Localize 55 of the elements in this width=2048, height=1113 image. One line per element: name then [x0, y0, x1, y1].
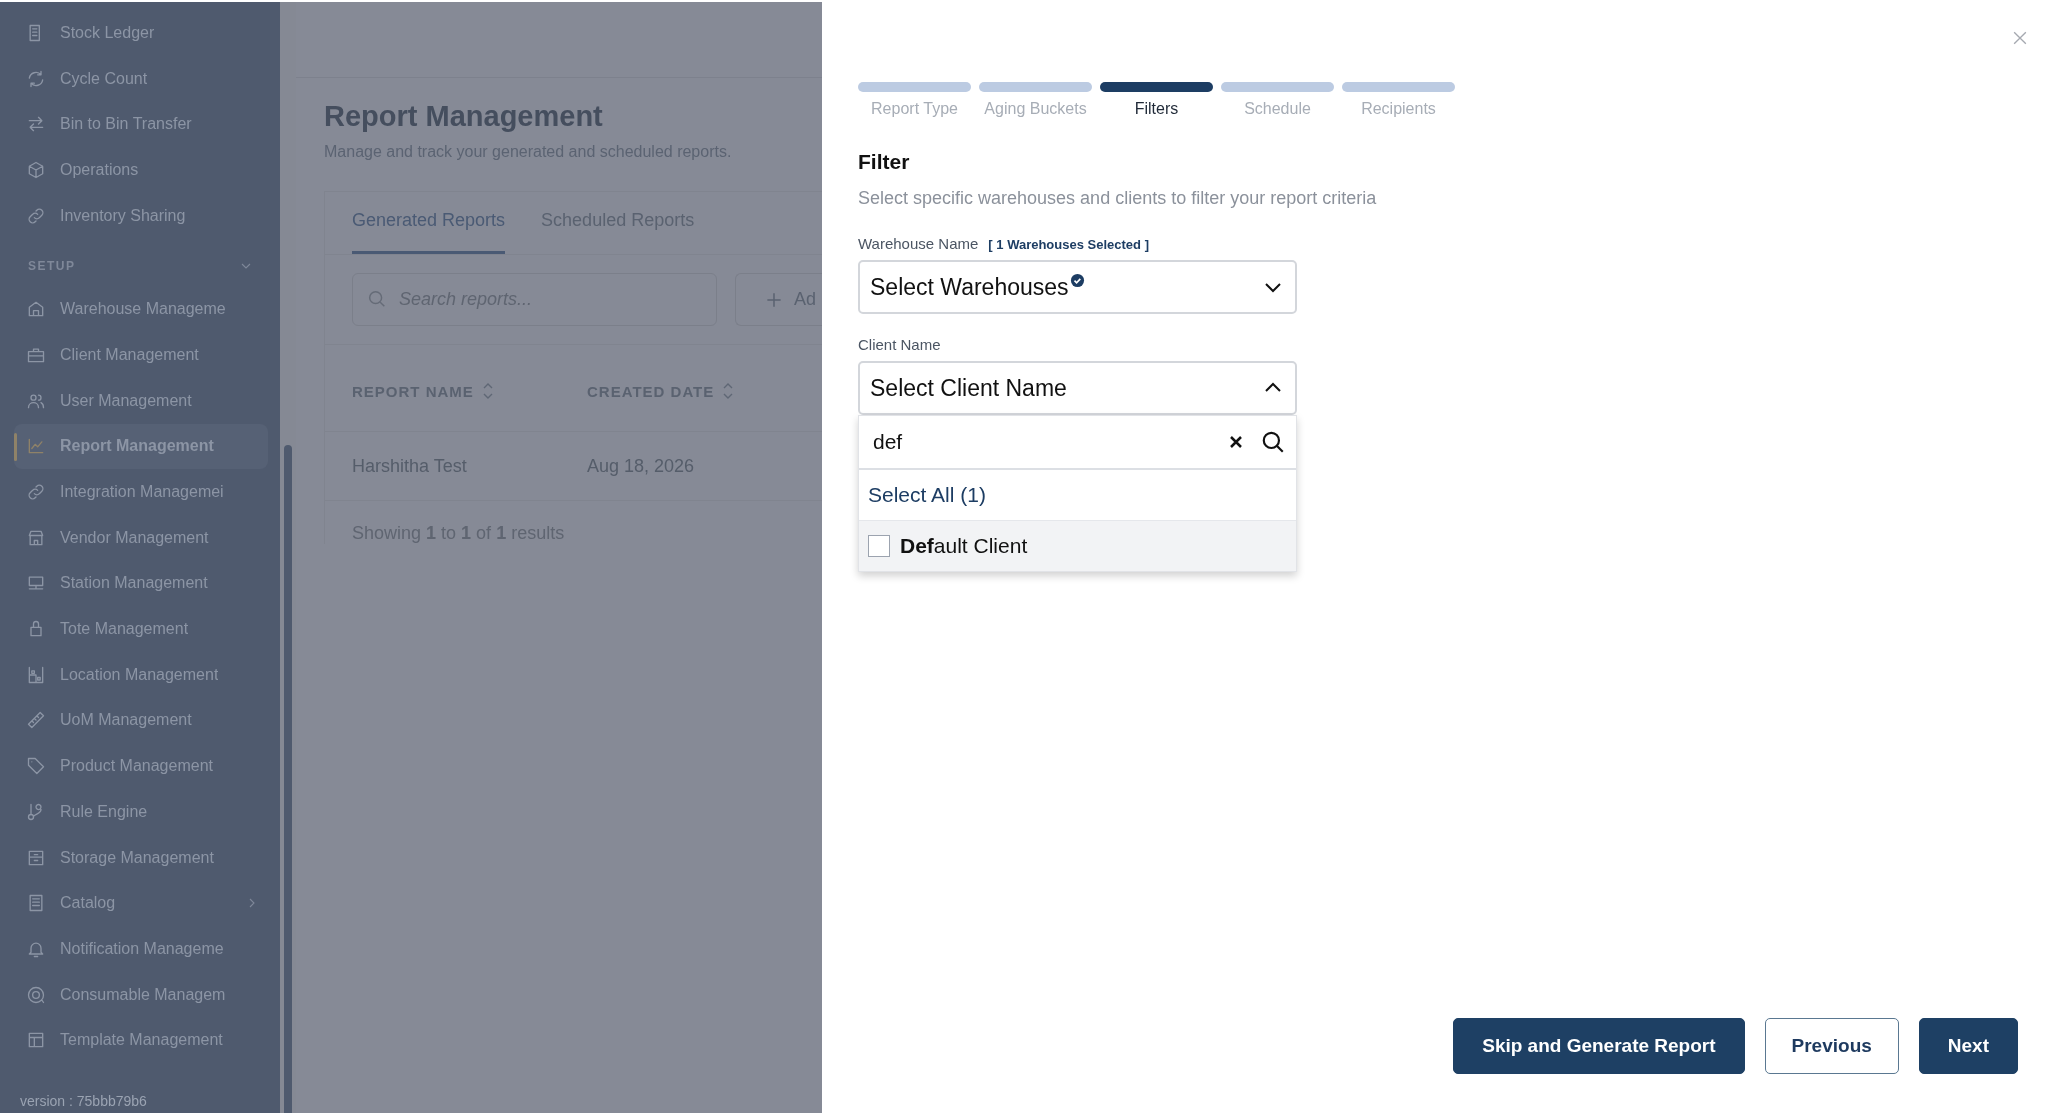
warehouse-select[interactable]: Select Warehouses — [858, 260, 1297, 314]
section-description: Select specific warehouses and clients to filter your report criteria — [858, 188, 1378, 209]
search-icon — [366, 288, 388, 310]
sidebar-item[interactable]: Rule Engine — [14, 789, 268, 835]
version-text: version : 75bbb79b6 — [19, 1093, 148, 1111]
action-button[interactable]: Previous — [1764, 1018, 1899, 1074]
link-icon — [26, 205, 46, 226]
option-label[interactable]: Default Client — [900, 534, 1028, 558]
step[interactable]: Filters — [1100, 82, 1213, 118]
target-icon — [26, 984, 46, 1005]
selection-count: [ 1 Warehouses Selected ] — [988, 237, 1149, 252]
tab[interactable]: Generated Reports — [352, 192, 506, 254]
sidebar-item[interactable]: Notification Manageme — [14, 926, 268, 972]
step[interactable]: Recipients — [1342, 82, 1455, 118]
sidebar-item[interactable]: Vendor Management — [14, 514, 268, 561]
sidebar-item[interactable]: Inventory Sharing — [14, 192, 268, 239]
sort-icon — [481, 381, 494, 401]
step[interactable]: Aging Buckets — [979, 82, 1092, 118]
sidebar-item[interactable]: Stock Ledger — [14, 10, 268, 56]
refresh-icon — [26, 68, 46, 89]
page-title: Report Management — [324, 100, 604, 133]
cube-icon — [26, 159, 46, 180]
select-all-link[interactable]: Select All (1) — [868, 483, 986, 507]
building-icon — [26, 664, 46, 685]
sidebar-item[interactable]: Location Management — [14, 651, 268, 698]
sidebar-item[interactable]: Station Management — [14, 560, 268, 607]
scrollbar[interactable] — [280, 2, 296, 1113]
step[interactable]: Report Type — [858, 82, 971, 118]
sidebar-item[interactable]: User Management — [14, 377, 268, 424]
field-label: Warehouse Name — [858, 235, 979, 252]
sidebar-item[interactable]: Warehouse Manageme — [14, 286, 268, 333]
sidebar-item[interactable]: Storage Management — [14, 834, 268, 881]
sidebar-item[interactable]: Consumable Managem — [14, 971, 268, 1018]
sidebar-item[interactable]: Client Management — [14, 332, 268, 378]
sidebar-item[interactable]: Product Management — [14, 743, 268, 789]
field-label: Client Name — [858, 336, 941, 353]
checkbox[interactable] — [868, 535, 890, 557]
sidebar-item[interactable]: Tote Management — [14, 606, 268, 652]
sidebar-item[interactable]: Operations — [14, 147, 268, 193]
sidebar-item[interactable]: Catalog — [14, 880, 268, 927]
link-icon — [26, 482, 46, 503]
sidebar-item[interactable]: UoM Management — [14, 697, 268, 744]
tag-icon — [26, 756, 46, 777]
sidebar-item[interactable]: Bin to Bin Transfer — [14, 101, 268, 148]
action-button[interactable]: Skip and Generate Report — [1453, 1018, 1745, 1074]
section-heading: Filter — [858, 150, 911, 174]
ruler-icon — [26, 710, 46, 731]
search-icon[interactable] — [1260, 429, 1286, 455]
action-button[interactable]: Next — [1918, 1018, 2018, 1074]
sort-icon — [722, 381, 735, 401]
sidebar-item[interactable]: Integration Managemei — [14, 469, 268, 515]
step[interactable]: Schedule — [1221, 82, 1334, 118]
sidebar-item[interactable]: Cycle Count — [14, 55, 268, 102]
client-select[interactable]: Select Client Name — [858, 361, 1297, 415]
sidebar-item[interactable]: Template Management — [14, 1017, 268, 1064]
